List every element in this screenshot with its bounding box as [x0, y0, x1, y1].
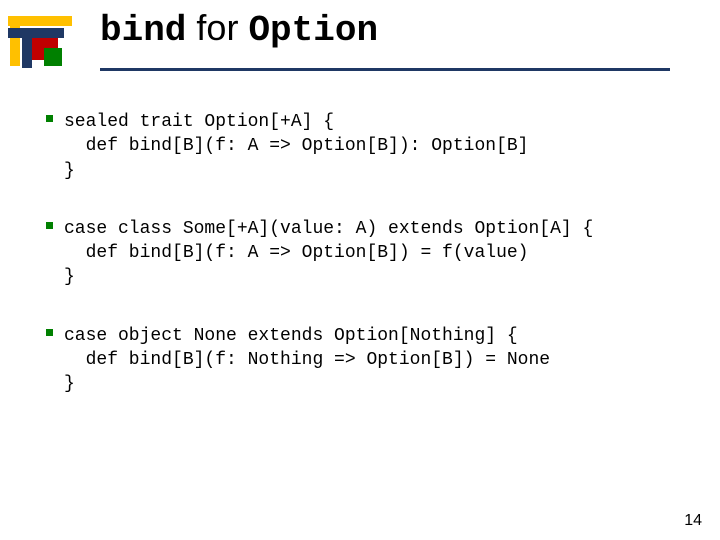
bullet-icon — [46, 222, 53, 229]
page-number: 14 — [684, 512, 702, 530]
code-text: case class Some[+A](value: A) extends Op… — [64, 217, 690, 290]
slide-title: bind for Option — [100, 8, 690, 51]
code-block: case class Some[+A](value: A) extends Op… — [40, 217, 690, 290]
code-text: case object None extends Option[Nothing]… — [64, 324, 690, 397]
title-part-for: for — [186, 7, 248, 48]
code-block: case object None extends Option[Nothing]… — [40, 324, 690, 397]
title-part-option: Option — [248, 10, 378, 51]
code-text: sealed trait Option[+A] { def bind[B](f:… — [64, 110, 690, 183]
corner-decoration — [0, 6, 90, 76]
title-part-bind: bind — [100, 10, 186, 51]
title-underline — [100, 68, 670, 71]
code-block: sealed trait Option[+A] { def bind[B](f:… — [40, 110, 690, 183]
bullet-icon — [46, 115, 53, 122]
content-area: sealed trait Option[+A] { def bind[B](f:… — [40, 110, 690, 431]
slide-title-wrap: bind for Option — [100, 8, 690, 51]
bullet-icon — [46, 329, 53, 336]
